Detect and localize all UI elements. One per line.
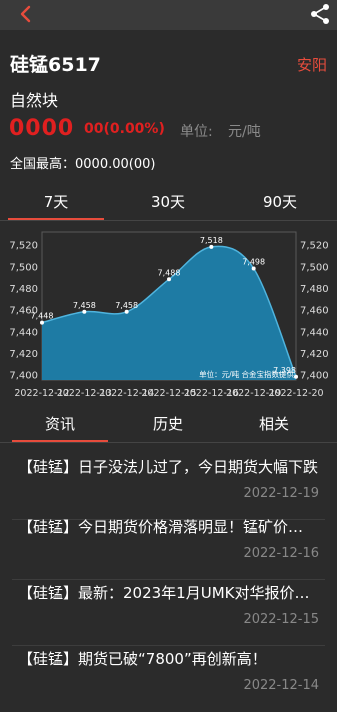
chart-source-note: 单位：元/吨 合金宝指数提供 [199,369,294,379]
y-tick-label-right: 7,460 [300,306,329,317]
y-tick-label-left: 7,440 [9,327,38,338]
price-chart: 7,400 7,4007,420 7,4207,440 7,4407,460 7,460… [9,231,329,399]
y-tick-label-right: 7,520 [300,241,329,252]
tab-news[interactable]: 资讯 [4,410,116,442]
news-item[interactable]: 【硅锰】最新：2023年1月UMK对华报价出炉 2022-12-15 [0,582,337,646]
news-title: 【硅锰】今日期货价格滑落明显！锰矿价格松动 [18,518,318,536]
product-subtitle: 自然块 [10,91,59,110]
news-date: 2022-12-15 [243,612,319,627]
data-point [40,320,44,325]
y-tick-label-right: 7,480 [300,284,329,295]
range-tabs: 7天 30天 90天 [0,188,337,221]
y-tick-label-right: 7,400 [300,371,329,382]
divider [12,645,325,646]
news-date: 2022-12-19 [243,486,319,501]
city-label[interactable]: 安阳 [297,54,327,75]
top-bar [0,0,337,30]
news-title: 【硅锰】最新：2023年1月UMK对华报价出炉 [18,584,318,602]
y-tick-label-left: 7,400 [9,371,38,382]
share-icon[interactable] [309,3,331,25]
news-item[interactable]: 【硅锰】期货已破“7800”再创新高！ 2022-12-14 [0,648,337,712]
data-point [124,309,129,314]
news-date: 2022-12-16 [243,546,319,561]
product-title: 硅锰6517 [10,54,101,76]
tab-7-days[interactable]: 7天 [0,188,112,220]
data-point [294,374,298,379]
info-tabs: 资讯 历史 相关 [0,408,337,443]
y-tick-label-left: 7,520 [9,241,38,252]
y-tick-label-left: 7,500 [9,262,38,273]
unit-value: 元/吨 [228,124,261,140]
y-tick-label-right: 7,420 [300,349,329,360]
tab-history[interactable]: 历史 [112,410,224,440]
tab-30-days[interactable]: 30天 [112,188,224,218]
data-point [209,244,214,249]
data-label: 7,488 [158,268,181,277]
data-point [82,309,87,314]
x-tick-label: 2022-12-20 [268,388,323,399]
data-label: 7,448 [31,312,54,321]
back-arrow-icon[interactable] [16,4,36,24]
current-price: 0000 [9,116,75,141]
news-item[interactable]: 【硅锰】日子没法儿过了，今日期货大幅下跌 2022-12-19 [0,456,337,520]
tab-related[interactable]: 相关 [218,410,330,440]
y-tick-label-right: 7,500 [300,262,329,273]
data-label: 7,458 [115,301,138,310]
news-title: 【硅锰】期货已破“7800”再创新高！ [18,650,267,668]
y-tick-label-left: 7,420 [9,349,38,360]
unit-label: 单位: [180,124,213,140]
data-point [251,266,256,271]
news-item[interactable]: 【硅锰】今日期货价格滑落明显！锰矿价格松动 2022-12-16 [0,516,337,580]
y-tick-label-left: 7,480 [9,284,38,295]
national-high: 全国最高：0000.00(00) [10,157,156,172]
divider [12,579,325,580]
data-point [167,277,171,282]
y-tick-label-right: 7,440 [300,327,329,338]
tab-90-days[interactable]: 90天 [224,188,336,218]
data-label: 7,518 [200,236,223,245]
news-date: 2022-12-14 [243,678,319,693]
price-change: 00(0.00%) [84,121,165,137]
data-label: 7,498 [242,257,265,266]
data-label: 7,458 [73,301,96,310]
news-title: 【硅锰】日子没法儿过了，今日期货大幅下跌 [18,458,318,476]
